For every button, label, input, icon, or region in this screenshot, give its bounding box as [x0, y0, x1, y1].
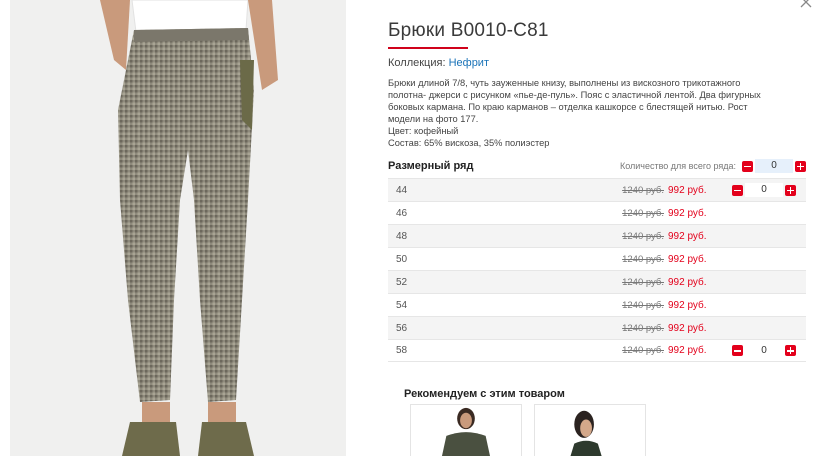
plus-icon[interactable]: [785, 184, 796, 196]
qty-stepper: 0: [732, 343, 796, 358]
description-line: Брюки длиной 7/8, чуть зауженные книзу, …: [388, 78, 741, 88]
qty-input[interactable]: 0: [745, 183, 783, 197]
plus-icon[interactable]: [785, 345, 796, 356]
product-title: Брюки В0010-С81: [388, 20, 549, 41]
size-grid-title: Размерный ряд: [388, 160, 474, 172]
size-value: 44: [396, 184, 408, 196]
old-price: 1240 руб.: [622, 184, 664, 196]
product-photo: [10, 0, 346, 456]
description-line: боковых кармана. По краю карманов – отде…: [388, 102, 748, 112]
product-details: Брюки В0010-С81 Коллекция: Нефрит Брюки …: [388, 0, 806, 362]
old-price: 1240 руб.: [622, 230, 664, 242]
minus-icon[interactable]: [732, 345, 743, 356]
old-price: 1240 руб.: [622, 207, 664, 219]
plus-icon[interactable]: [795, 160, 806, 172]
stepper-wrap: 0: [726, 183, 796, 197]
minus-icon[interactable]: [742, 160, 753, 172]
size-value: 56: [396, 322, 408, 334]
qty-all-input[interactable]: 0: [755, 159, 793, 173]
recommended-product-card[interactable]: [534, 404, 646, 456]
stepper-wrap: 0: [726, 343, 796, 358]
new-price: 992 руб.: [668, 253, 707, 265]
title-underline: [388, 47, 468, 49]
qty-stepper: 0: [732, 183, 796, 197]
old-price: 1240 руб.: [622, 276, 664, 288]
new-price: 992 руб.: [668, 276, 707, 288]
size-row: 50 1240 руб. 992 руб.: [388, 247, 806, 270]
old-price: 1240 руб.: [622, 299, 664, 311]
size-row: 58 1240 руб. 992 руб. 0: [388, 339, 806, 362]
product-composition: Состав: 65% вискоза, 35% полиэстер: [388, 138, 550, 148]
size-row: 54 1240 руб. 992 руб.: [388, 293, 806, 316]
recommended-product-image: [535, 405, 645, 456]
old-price: 1240 руб.: [622, 253, 664, 265]
size-row: 56 1240 руб. 992 руб.: [388, 316, 806, 339]
qty-all-stepper: 0: [742, 159, 806, 173]
size-value: 48: [396, 230, 408, 242]
size-value: 58: [396, 345, 408, 356]
new-price: 992 руб.: [668, 299, 707, 311]
new-price: 992 руб.: [668, 230, 707, 242]
size-value: 50: [396, 253, 408, 265]
old-price: 1240 руб.: [622, 322, 664, 334]
size-value: 54: [396, 299, 408, 311]
size-row: 52 1240 руб. 992 руб.: [388, 270, 806, 293]
recommended-product-image: [411, 405, 521, 456]
new-price: 992 руб.: [668, 322, 707, 334]
collection-label: Коллекция:: [388, 57, 446, 69]
description-line: полотна- джерси с рисунком «пье-де-пуль»…: [388, 90, 761, 100]
new-price: 992 руб.: [668, 207, 707, 219]
new-price: 992 руб.: [668, 184, 707, 196]
description-line: модели на фото 177.: [388, 114, 479, 124]
product-description: Брюки длиной 7/8, чуть зауженные книзу, …: [388, 77, 788, 149]
minus-icon[interactable]: [732, 184, 743, 196]
qty-input[interactable]: 0: [745, 343, 783, 358]
recommend-title: Рекомендуем с этим товаром: [404, 388, 565, 400]
size-value: 46: [396, 207, 408, 219]
size-rows: 44 1240 руб. 992 руб. 0 46 1240 руб. 992…: [388, 178, 806, 362]
size-value: 52: [396, 276, 408, 288]
size-row: 46 1240 руб. 992 руб.: [388, 201, 806, 224]
qty-all-label: Количество для всего ряда:: [619, 161, 736, 171]
collection-link[interactable]: Нефрит: [449, 57, 489, 69]
size-grid-header: Размерный ряд Количество для всего ряда:…: [388, 158, 806, 174]
recommended-product-card[interactable]: [410, 404, 522, 456]
new-price: 992 руб.: [668, 345, 707, 356]
size-row: 44 1240 руб. 992 руб. 0: [388, 178, 806, 201]
product-color: Цвет: кофейный: [388, 126, 459, 136]
size-row: 48 1240 руб. 992 руб.: [388, 224, 806, 247]
collection-line: Коллекция: Нефрит: [388, 57, 806, 69]
old-price: 1240 руб.: [622, 345, 664, 356]
